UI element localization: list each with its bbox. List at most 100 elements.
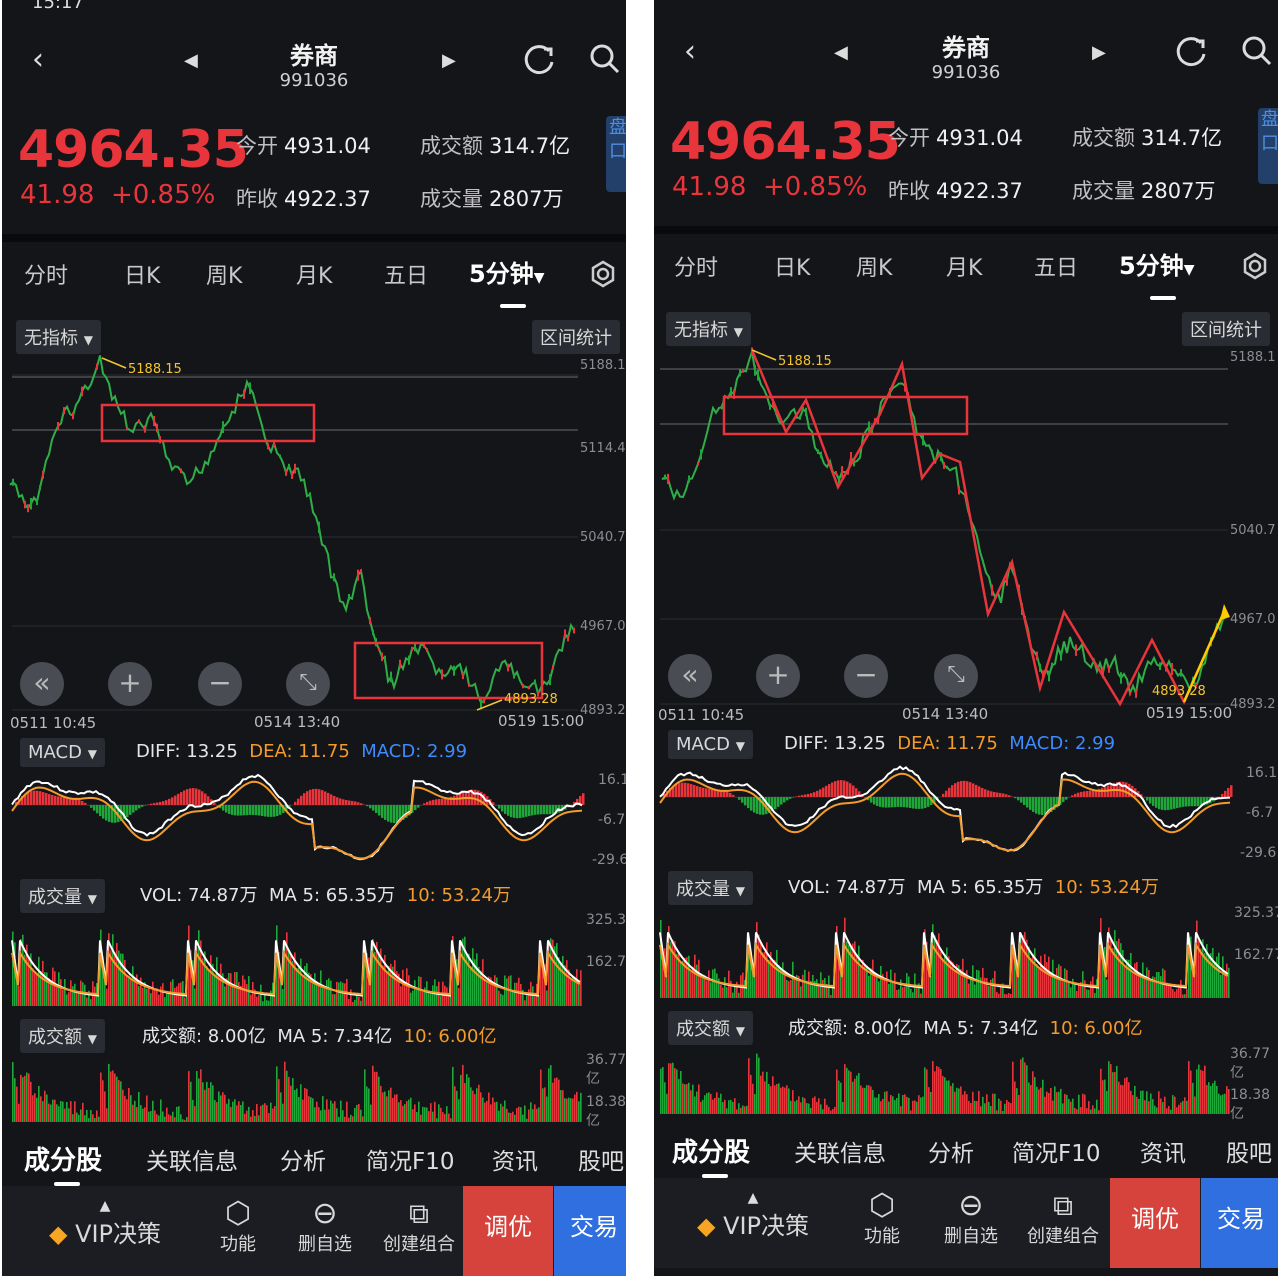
- zoom-out-button[interactable]: −: [198, 662, 242, 706]
- btab-f10[interactable]: 简况F10: [366, 1142, 455, 1176]
- volume-bar: [1150, 1093, 1152, 1114]
- vip-decision-button[interactable]: ▲ ◆ VIP决策: [678, 1190, 828, 1241]
- volume-bar: [676, 953, 678, 998]
- tab-five-day[interactable]: 五日: [384, 258, 428, 290]
- zoom-in-button[interactable]: +: [756, 654, 800, 698]
- search-icon[interactable]: [588, 42, 622, 76]
- create-combo-button[interactable]: ⧉ 创建组合: [1018, 1190, 1108, 1248]
- btab-forum[interactable]: 股吧: [578, 1142, 624, 1176]
- remove-watchlist-button[interactable]: ⊖ 删自选: [292, 1198, 358, 1256]
- volume-bar: [972, 1091, 974, 1114]
- macd-bar: [339, 798, 342, 805]
- macd-bar: [177, 793, 180, 806]
- order-book-tab[interactable]: 盘口: [606, 116, 626, 192]
- volume-bar: [882, 1098, 884, 1114]
- volume-bar: [68, 992, 70, 1006]
- volume-bar: [298, 1097, 300, 1122]
- btab-news[interactable]: 资讯: [1140, 1134, 1186, 1168]
- create-combo-button[interactable]: ⧉ 创建组合: [374, 1198, 464, 1256]
- btab-constituents[interactable]: 成分股: [24, 1140, 102, 1177]
- volume-bar: [996, 991, 998, 998]
- tab-monthly-k[interactable]: 月K: [296, 258, 332, 290]
- indicator-dropdown[interactable]: 无指标 ▼: [16, 320, 101, 354]
- btab-related[interactable]: 关联信息: [794, 1134, 886, 1168]
- macd-bar: [453, 795, 456, 805]
- refresh-icon[interactable]: [1174, 34, 1208, 68]
- order-book-tab[interactable]: 盘口: [1258, 108, 1278, 184]
- macd-dropdown[interactable]: MACD ▼: [668, 730, 753, 759]
- tab-weekly-k[interactable]: 周K: [206, 258, 242, 290]
- btab-analysis[interactable]: 分析: [280, 1142, 326, 1176]
- refresh-icon[interactable]: [522, 42, 556, 76]
- scroll-left-button[interactable]: «: [668, 654, 712, 698]
- volume-bar: [538, 1107, 540, 1122]
- macd-bar: [897, 797, 900, 807]
- tab-daily-k[interactable]: 日K: [774, 250, 810, 282]
- btab-f10[interactable]: 简况F10: [1012, 1134, 1101, 1168]
- tab-daily-k[interactable]: 日K: [124, 258, 160, 290]
- volume-bar: [886, 971, 888, 998]
- volume-bar: [1188, 1061, 1190, 1114]
- vip-decision-button[interactable]: ▲ ◆ VIP决策: [30, 1198, 180, 1249]
- trade-button[interactable]: 交易: [1201, 1178, 1278, 1268]
- volume-bar: [260, 984, 262, 1006]
- volume-bar: [896, 1098, 898, 1114]
- volume-bar: [962, 958, 964, 998]
- volume-bar: [1216, 956, 1218, 998]
- search-icon[interactable]: [1240, 34, 1274, 68]
- volume-bar: [838, 1080, 840, 1114]
- trade-button[interactable]: 交易: [554, 1186, 626, 1276]
- tab-monthly-k[interactable]: 月K: [946, 250, 982, 282]
- volume-dropdown[interactable]: 成交量 ▼: [668, 871, 753, 905]
- tab-weekly-k[interactable]: 周K: [856, 250, 892, 282]
- function-button[interactable]: ⬡ 功能: [852, 1190, 912, 1248]
- next-stock-icon[interactable]: ▶: [442, 50, 456, 71]
- fullscreen-button[interactable]: ⤡: [286, 662, 330, 706]
- range-stats-button[interactable]: 区间统计: [1182, 312, 1270, 346]
- range-stats-button[interactable]: 区间统计: [532, 320, 620, 354]
- indicator-dropdown[interactable]: 无指标 ▼: [666, 312, 751, 346]
- settings-gear-icon[interactable]: [589, 260, 617, 288]
- next-stock-icon[interactable]: ▶: [1092, 42, 1106, 63]
- volume-bar: [50, 1104, 52, 1122]
- volume-dropdown[interactable]: 成交量 ▼: [20, 879, 105, 913]
- btab-forum[interactable]: 股吧: [1226, 1134, 1272, 1168]
- settings-gear-icon[interactable]: [1241, 252, 1269, 280]
- macd-bar: [171, 797, 174, 805]
- tab-5min[interactable]: 5分钟▼: [469, 254, 544, 289]
- fullscreen-button[interactable]: ⤡: [934, 654, 978, 698]
- btab-news[interactable]: 资讯: [492, 1142, 538, 1176]
- volume-bar: [364, 1069, 366, 1122]
- volume-bar: [76, 1112, 78, 1122]
- tab-five-day[interactable]: 五日: [1034, 250, 1078, 282]
- tab-5min[interactable]: 5分钟▼: [1119, 246, 1194, 281]
- volume-bar: [230, 973, 232, 1006]
- volume-bar: [936, 1066, 938, 1114]
- volume-bar: [166, 993, 168, 1006]
- volume-bar: [136, 1107, 138, 1122]
- candle: [285, 469, 287, 476]
- zoom-out-button[interactable]: −: [844, 654, 888, 698]
- optimize-button[interactable]: 调优: [1110, 1178, 1200, 1268]
- zoom-in-button[interactable]: +: [108, 662, 152, 706]
- macd-bar: [708, 788, 711, 797]
- volume-bar: [1052, 959, 1054, 998]
- function-button[interactable]: ⬡ 功能: [208, 1198, 268, 1256]
- btab-constituents[interactable]: 成分股: [672, 1132, 750, 1169]
- amount-dropdown[interactable]: 成交额 ▼: [20, 1019, 105, 1053]
- volume-bar: [246, 984, 248, 1006]
- tab-intraday[interactable]: 分时: [674, 250, 718, 282]
- remove-watchlist-button[interactable]: ⊖ 删自选: [938, 1190, 1004, 1248]
- macd-bar: [273, 805, 276, 817]
- macd-dropdown[interactable]: MACD ▼: [20, 738, 105, 767]
- btab-analysis[interactable]: 分析: [928, 1134, 974, 1168]
- macd-bar: [1044, 797, 1047, 815]
- volume-bar: [706, 980, 708, 998]
- macd-bar: [675, 784, 678, 797]
- btab-related[interactable]: 关联信息: [146, 1142, 238, 1176]
- amount-dropdown[interactable]: 成交额 ▼: [668, 1011, 753, 1045]
- optimize-button[interactable]: 调优: [463, 1186, 553, 1276]
- candle: [126, 426, 128, 430]
- scroll-left-button[interactable]: «: [20, 662, 64, 706]
- tab-intraday[interactable]: 分时: [24, 258, 68, 290]
